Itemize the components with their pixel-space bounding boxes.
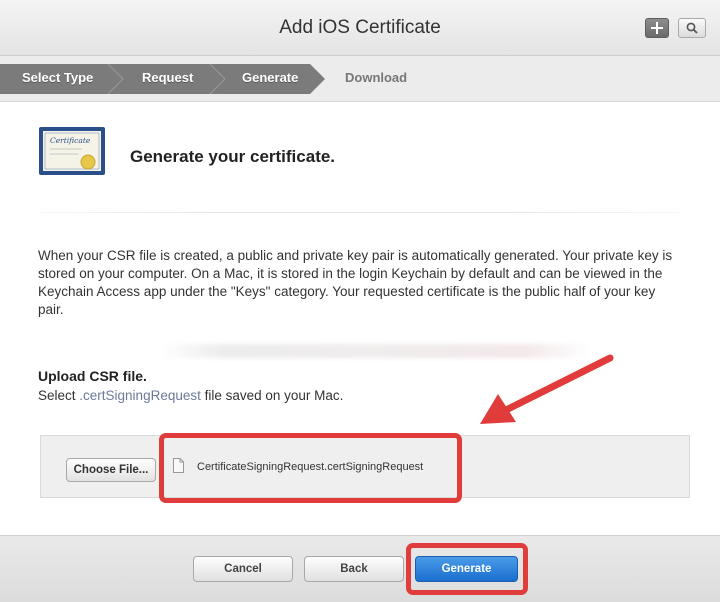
upload-sub-extension: .certSigningRequest xyxy=(79,388,201,403)
upload-sub-prefix: Select xyxy=(38,388,80,403)
annotation-box-file xyxy=(159,433,462,503)
upload-title: Upload CSR file. xyxy=(38,368,147,384)
plus-icon xyxy=(651,22,663,34)
certificate-icon: Certificate xyxy=(38,126,106,176)
step-progress: Select Type Request Generate Download xyxy=(0,56,720,102)
certificate-icon-text: Certificate xyxy=(50,136,91,145)
back-button[interactable]: Back xyxy=(304,556,404,582)
add-button[interactable] xyxy=(645,18,669,38)
window-title: Add iOS Certificate xyxy=(279,17,441,38)
step-generate: Generate xyxy=(242,70,299,85)
divider xyxy=(38,212,682,213)
annotation-arrow xyxy=(480,354,614,424)
search-button[interactable] xyxy=(678,18,706,38)
annotation-box-generate xyxy=(406,543,528,595)
search-icon xyxy=(686,22,698,34)
step-select-type: Select Type xyxy=(22,70,94,85)
upload-sub-suffix: file saved on your Mac. xyxy=(200,388,344,403)
step-request: Request xyxy=(142,70,194,85)
step-download: Download xyxy=(345,70,408,85)
choose-file-button[interactable]: Choose File... xyxy=(66,458,156,482)
description-text: When your CSR file is created, a public … xyxy=(38,248,673,317)
page-heading: Generate your certificate. xyxy=(130,147,336,166)
title-bar: Add iOS Certificate xyxy=(0,0,720,56)
cancel-button[interactable]: Cancel xyxy=(193,556,293,582)
upload-instructions: Select .certSigningRequest file saved on… xyxy=(38,388,343,403)
